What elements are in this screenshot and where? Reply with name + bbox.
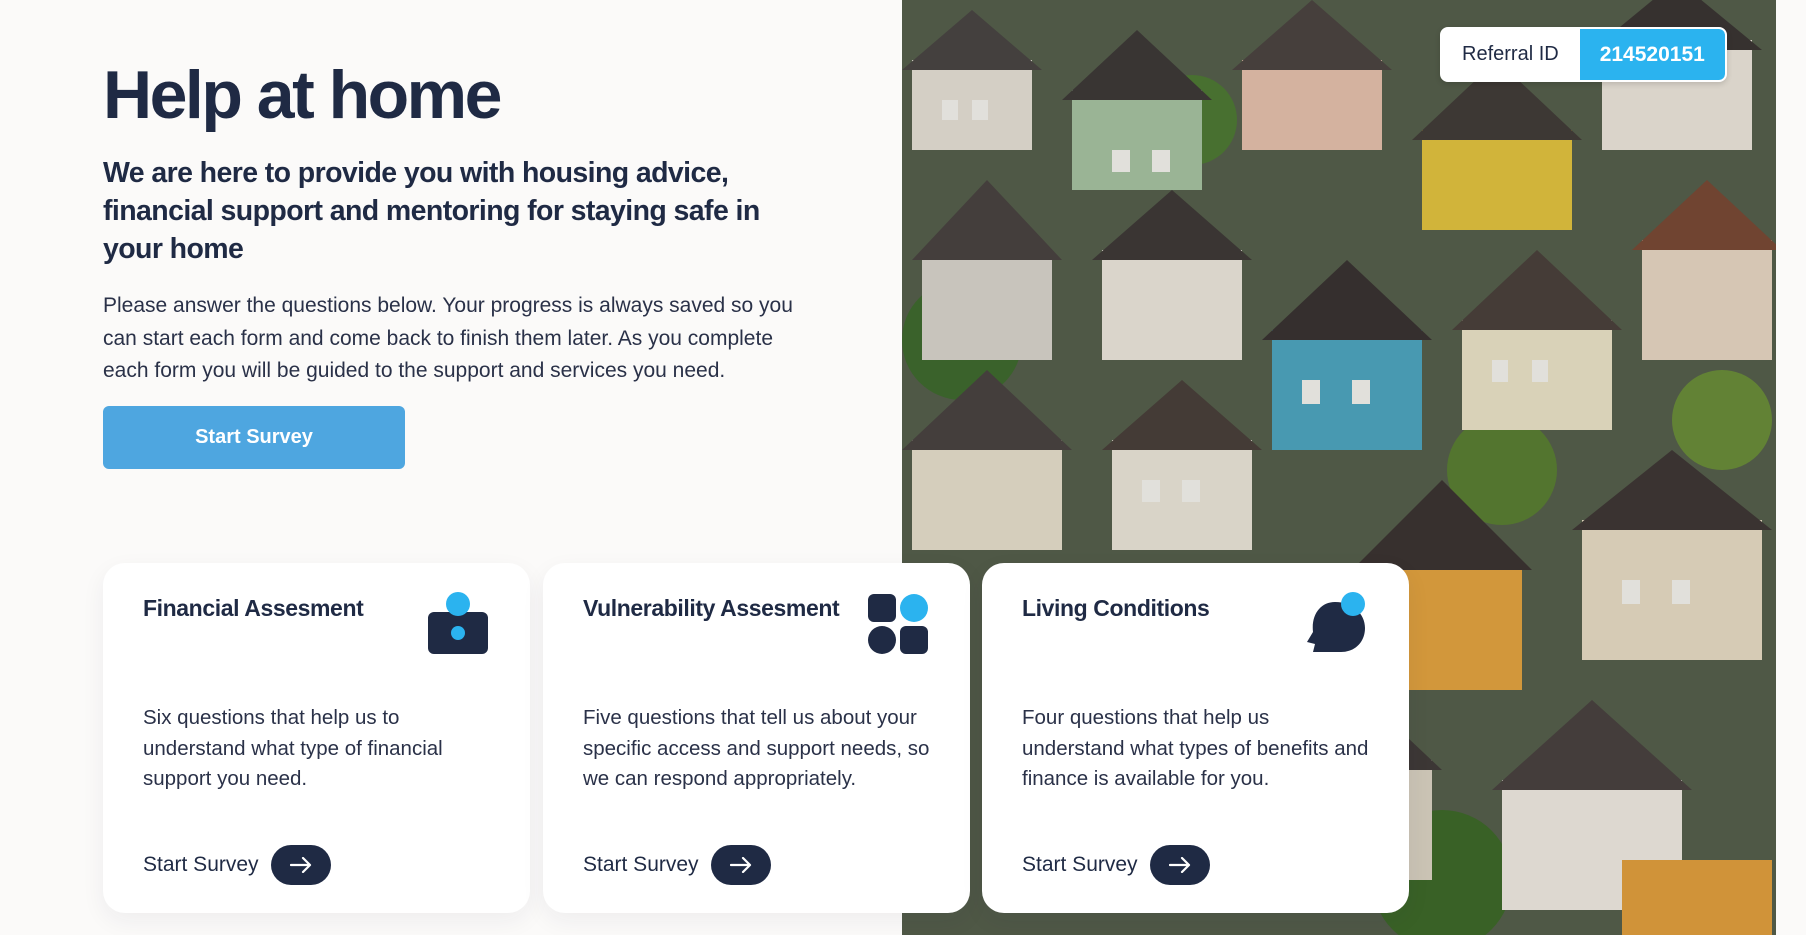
page-title: Help at home: [103, 57, 502, 133]
card-title: Living Conditions: [1022, 595, 1210, 621]
arrow-right-button[interactable]: [710, 845, 771, 885]
card-link-label: Start Survey: [1022, 853, 1138, 876]
arrow-right-icon: [289, 857, 311, 873]
financial-assessment-card: Financial Assesment Six questions that h…: [103, 563, 530, 913]
card-start-survey-link[interactable]: Start Survey: [143, 845, 331, 885]
arrow-right-button[interactable]: [1149, 845, 1210, 885]
start-survey-button[interactable]: Start Survey: [103, 406, 405, 469]
referral-id-value: 214520151: [1579, 29, 1725, 80]
card-description: Five questions that tell us about your s…: [583, 706, 930, 790]
grid-shapes-icon: [868, 594, 928, 654]
card-title: Financial Assesment: [143, 595, 364, 621]
page-subtitle: We are here to provide you with housing …: [103, 157, 760, 265]
card-start-survey-link[interactable]: Start Survey: [1022, 845, 1210, 885]
page-right-margin: [1776, 0, 1806, 935]
head-profile-icon: [1307, 592, 1365, 652]
card-title: Vulnerability Assesment: [583, 595, 840, 621]
living-conditions-card: Living Conditions Four questions that he…: [982, 563, 1409, 913]
referral-id-label: Referral ID: [1442, 29, 1580, 80]
intro-paragraph: Please answer the questions below. Your …: [103, 294, 793, 382]
vulnerability-assessment-card: Vulnerability Assesment Five questions t…: [543, 563, 970, 913]
card-description: Four questions that help us understand w…: [1022, 706, 1369, 790]
arrow-right-icon: [1168, 857, 1190, 873]
card-start-survey-link[interactable]: Start Survey: [583, 845, 771, 885]
card-link-label: Start Survey: [583, 853, 699, 876]
arrow-right-button[interactable]: [270, 845, 331, 885]
arrow-right-icon: [729, 857, 751, 873]
wallet-icon: [428, 592, 488, 654]
card-link-label: Start Survey: [143, 853, 259, 876]
card-description: Six questions that help us to understand…: [143, 706, 443, 790]
referral-id-badge: Referral ID 214520151: [1440, 27, 1727, 82]
